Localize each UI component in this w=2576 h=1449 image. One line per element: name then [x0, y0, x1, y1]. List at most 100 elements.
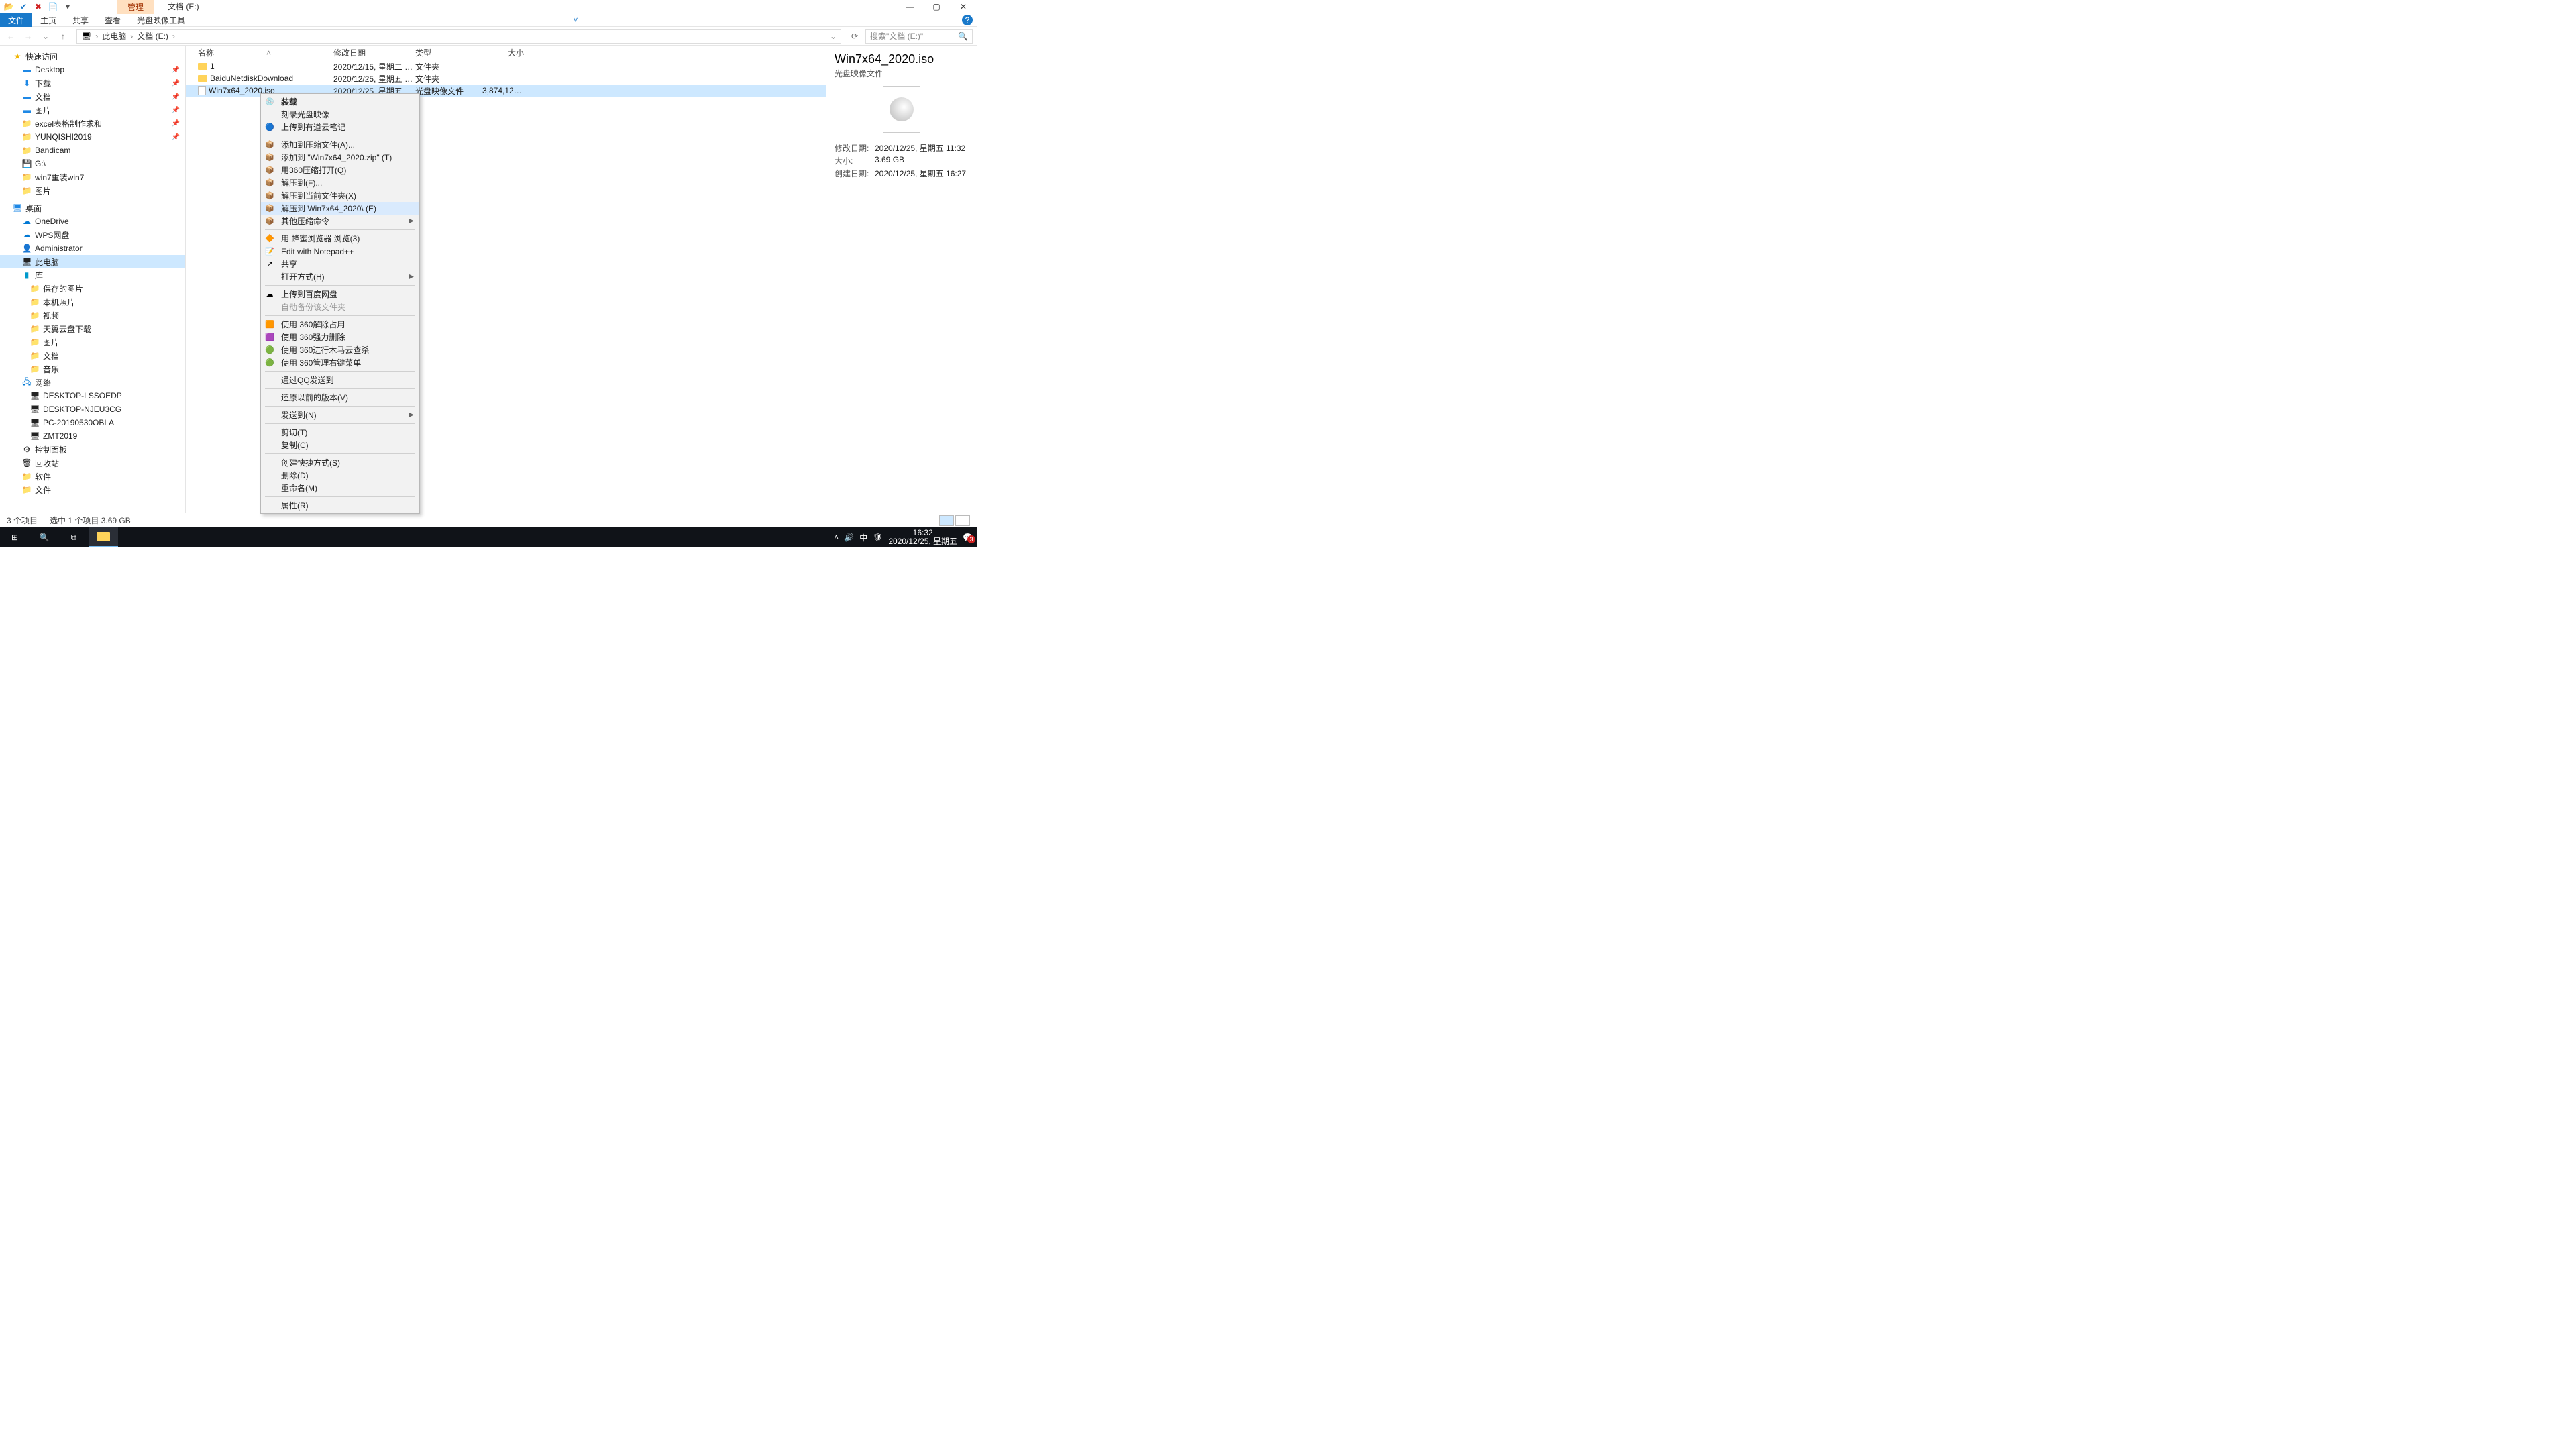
action-center-button[interactable]: 💬 3 [963, 533, 973, 542]
context-menu-item[interactable]: 💿装载 [261, 95, 419, 108]
tree-folder-win7[interactable]: 📁win7重装win7 [0, 170, 185, 184]
forward-button[interactable]: → [21, 30, 35, 43]
minimize-button[interactable]: — [896, 0, 923, 13]
sound-icon[interactable]: 🔊 [844, 533, 854, 542]
taskbar-search-button[interactable]: 🔍 [30, 527, 59, 547]
tree-net-pc4[interactable]: 🖥ZMT2019 [0, 429, 185, 443]
tree-net-pc3[interactable]: 🖥PC-20190530OBLA [0, 416, 185, 429]
context-menu-item[interactable]: 📦解压到(F)... [261, 176, 419, 189]
search-icon[interactable]: 🔍 [958, 32, 968, 41]
view-large-icons-button[interactable] [955, 515, 970, 526]
back-button[interactable]: ← [4, 30, 17, 43]
context-menu-item[interactable]: 🟢使用 360进行木马云查杀 [261, 343, 419, 356]
ribbon-tab-file[interactable]: 文件 [0, 13, 32, 28]
ribbon-tab-iso-tools[interactable]: 光盘映像工具 [129, 13, 193, 28]
tree-network[interactable]: 🖧网络 [0, 376, 185, 389]
tree-music[interactable]: 📁音乐 [0, 362, 185, 376]
context-menu-item[interactable]: 剪切(T) [261, 426, 419, 439]
ribbon-tab-view[interactable]: 查看 [97, 13, 129, 28]
taskbar-explorer-button[interactable] [89, 527, 118, 547]
context-menu-item[interactable]: 📦解压到当前文件夹(X) [261, 189, 419, 202]
qat-open-icon[interactable]: 📂 [3, 1, 15, 13]
context-menu-item[interactable]: 删除(D) [261, 469, 419, 482]
tree-user-admin[interactable]: 👤Administrator [0, 241, 185, 255]
maximize-button[interactable]: ▢ [923, 0, 950, 13]
context-menu-item[interactable]: 发送到(N)▶ [261, 409, 419, 421]
tree-control-panel[interactable]: ⚙控制面板 [0, 443, 185, 456]
header-size[interactable]: 大小 [482, 47, 529, 58]
start-button[interactable]: ⊞ [0, 527, 30, 547]
tree-recycle-bin[interactable]: 🗑回收站 [0, 456, 185, 470]
qat-new-icon[interactable]: 📄 [47, 1, 59, 13]
tray-overflow-button[interactable]: ˄ [834, 533, 839, 542]
navigation-pane[interactable]: ★快速访问 ▬Desktop📌 ⬇下载📌 ▬文档📌 ▬图片📌 📁excel表格制… [0, 46, 185, 513]
up-button[interactable]: ↑ [56, 30, 70, 43]
qat-dropdown-icon[interactable]: ▾ [62, 1, 74, 13]
taskbar-clock[interactable]: 16:32 2020/12/25, 星期五 [888, 529, 957, 546]
context-menu-item[interactable]: 🟢使用 360管理右键菜单 [261, 356, 419, 369]
tree-drive-g[interactable]: 💾G:\ [0, 157, 185, 170]
ribbon-tab-home[interactable]: 主页 [32, 13, 64, 28]
tree-folder-excel[interactable]: 📁excel表格制作求和📌 [0, 117, 185, 130]
header-name[interactable]: 名称 [186, 47, 333, 58]
header-type[interactable]: 类型 [415, 47, 482, 58]
tree-folder-pics2[interactable]: 📁图片 [0, 184, 185, 197]
chevron-right-icon[interactable]: › [172, 32, 175, 41]
tree-pictures[interactable]: ▬图片📌 [0, 103, 185, 117]
context-menu-item[interactable]: 属性(R) [261, 499, 419, 512]
tree-files[interactable]: 📁文件 [0, 483, 185, 496]
tree-desktop[interactable]: ▬Desktop📌 [0, 63, 185, 76]
tree-folder-bandicam[interactable]: 📁Bandicam [0, 144, 185, 157]
qat-delete-icon[interactable]: ✖ [32, 1, 44, 13]
ime-indicator[interactable]: 中 [859, 532, 867, 543]
refresh-button[interactable]: ⟳ [848, 30, 861, 43]
tree-local-pics[interactable]: 📁本机照片 [0, 295, 185, 309]
context-menu-item[interactable]: 📝Edit with Notepad++ [261, 245, 419, 258]
help-icon[interactable]: ? [962, 15, 973, 25]
close-button[interactable]: ✕ [950, 0, 977, 13]
search-input[interactable]: 搜索"文档 (E:)" 🔍 [865, 29, 973, 44]
view-details-button[interactable] [939, 515, 954, 526]
qat-check-icon[interactable]: ✔ [17, 1, 30, 13]
context-menu-item[interactable]: ↗共享 [261, 258, 419, 270]
security-tray-icon[interactable]: 🛡 [873, 533, 883, 542]
address-history-dropdown[interactable]: ⌄ [830, 32, 837, 41]
tree-libraries[interactable]: ▮库 [0, 268, 185, 282]
expand-ribbon-icon[interactable]: ˅ [569, 13, 582, 27]
tree-this-pc[interactable]: 🖥此电脑 [0, 255, 185, 268]
context-menu-item[interactable]: 📦解压到 Win7x64_2020\ (E) [261, 202, 419, 215]
context-menu-item[interactable]: 打开方式(H)▶ [261, 270, 419, 283]
breadcrumb[interactable]: 🖥 › 此电脑 › 文档 (E:) › ⌄ [76, 29, 841, 44]
context-menu-item[interactable]: 🔵上传到有道云笔记 [261, 121, 419, 133]
context-menu-item[interactable]: 重命名(M) [261, 482, 419, 494]
tree-wps[interactable]: ☁WPS网盘 [0, 228, 185, 241]
file-row[interactable]: BaiduNetdiskDownload 2020/12/25, 星期五 1..… [186, 72, 826, 85]
context-menu-item[interactable]: 还原以前的版本(V) [261, 391, 419, 404]
tree-net-pc2[interactable]: 🖥DESKTOP-NJEU3CG [0, 402, 185, 416]
tree-onedrive[interactable]: ☁OneDrive [0, 215, 185, 228]
tree-tianyi[interactable]: 📁天翼云盘下载 [0, 322, 185, 335]
context-menu-item[interactable]: 🟧使用 360解除占用 [261, 318, 419, 331]
context-menu-item[interactable]: 通过QQ发送到 [261, 374, 419, 386]
tree-net-pc1[interactable]: 🖥DESKTOP-LSSOEDP [0, 389, 185, 402]
context-menu-item[interactable]: 刻录光盘映像 [261, 108, 419, 121]
breadcrumb-drive[interactable]: 文档 (E:) [137, 30, 168, 42]
tree-video[interactable]: 📁视频 [0, 309, 185, 322]
context-menu-item[interactable]: 📦添加到压缩文件(A)... [261, 138, 419, 151]
recent-locations-button[interactable]: ⌄ [39, 30, 52, 43]
context-menu-item[interactable]: 复制(C) [261, 439, 419, 451]
tree-documents[interactable]: ▬文档📌 [0, 90, 185, 103]
context-menu-item[interactable]: 🟪使用 360强力删除 [261, 331, 419, 343]
context-menu-item[interactable]: 🔶用 蜂蜜浏览器 浏览(3) [261, 232, 419, 245]
tree-desktop-root[interactable]: 🖥桌面 [0, 201, 185, 215]
tree-saved-pics[interactable]: 📁保存的图片 [0, 282, 185, 295]
chevron-right-icon[interactable]: › [95, 32, 98, 41]
tree-quick-access[interactable]: ★快速访问 [0, 50, 185, 63]
context-menu-item[interactable]: 📦添加到 "Win7x64_2020.zip" (T) [261, 151, 419, 164]
context-menu-item[interactable]: 创建快捷方式(S) [261, 456, 419, 469]
header-date[interactable]: 修改日期 [333, 47, 415, 58]
tree-downloads[interactable]: ⬇下载📌 [0, 76, 185, 90]
tree-folder-yunqishi[interactable]: 📁YUNQISHI2019📌 [0, 130, 185, 144]
context-menu-item[interactable]: 📦其他压缩命令▶ [261, 215, 419, 227]
file-row[interactable]: 1 2020/12/15, 星期二 1... 文件夹 [186, 60, 826, 72]
